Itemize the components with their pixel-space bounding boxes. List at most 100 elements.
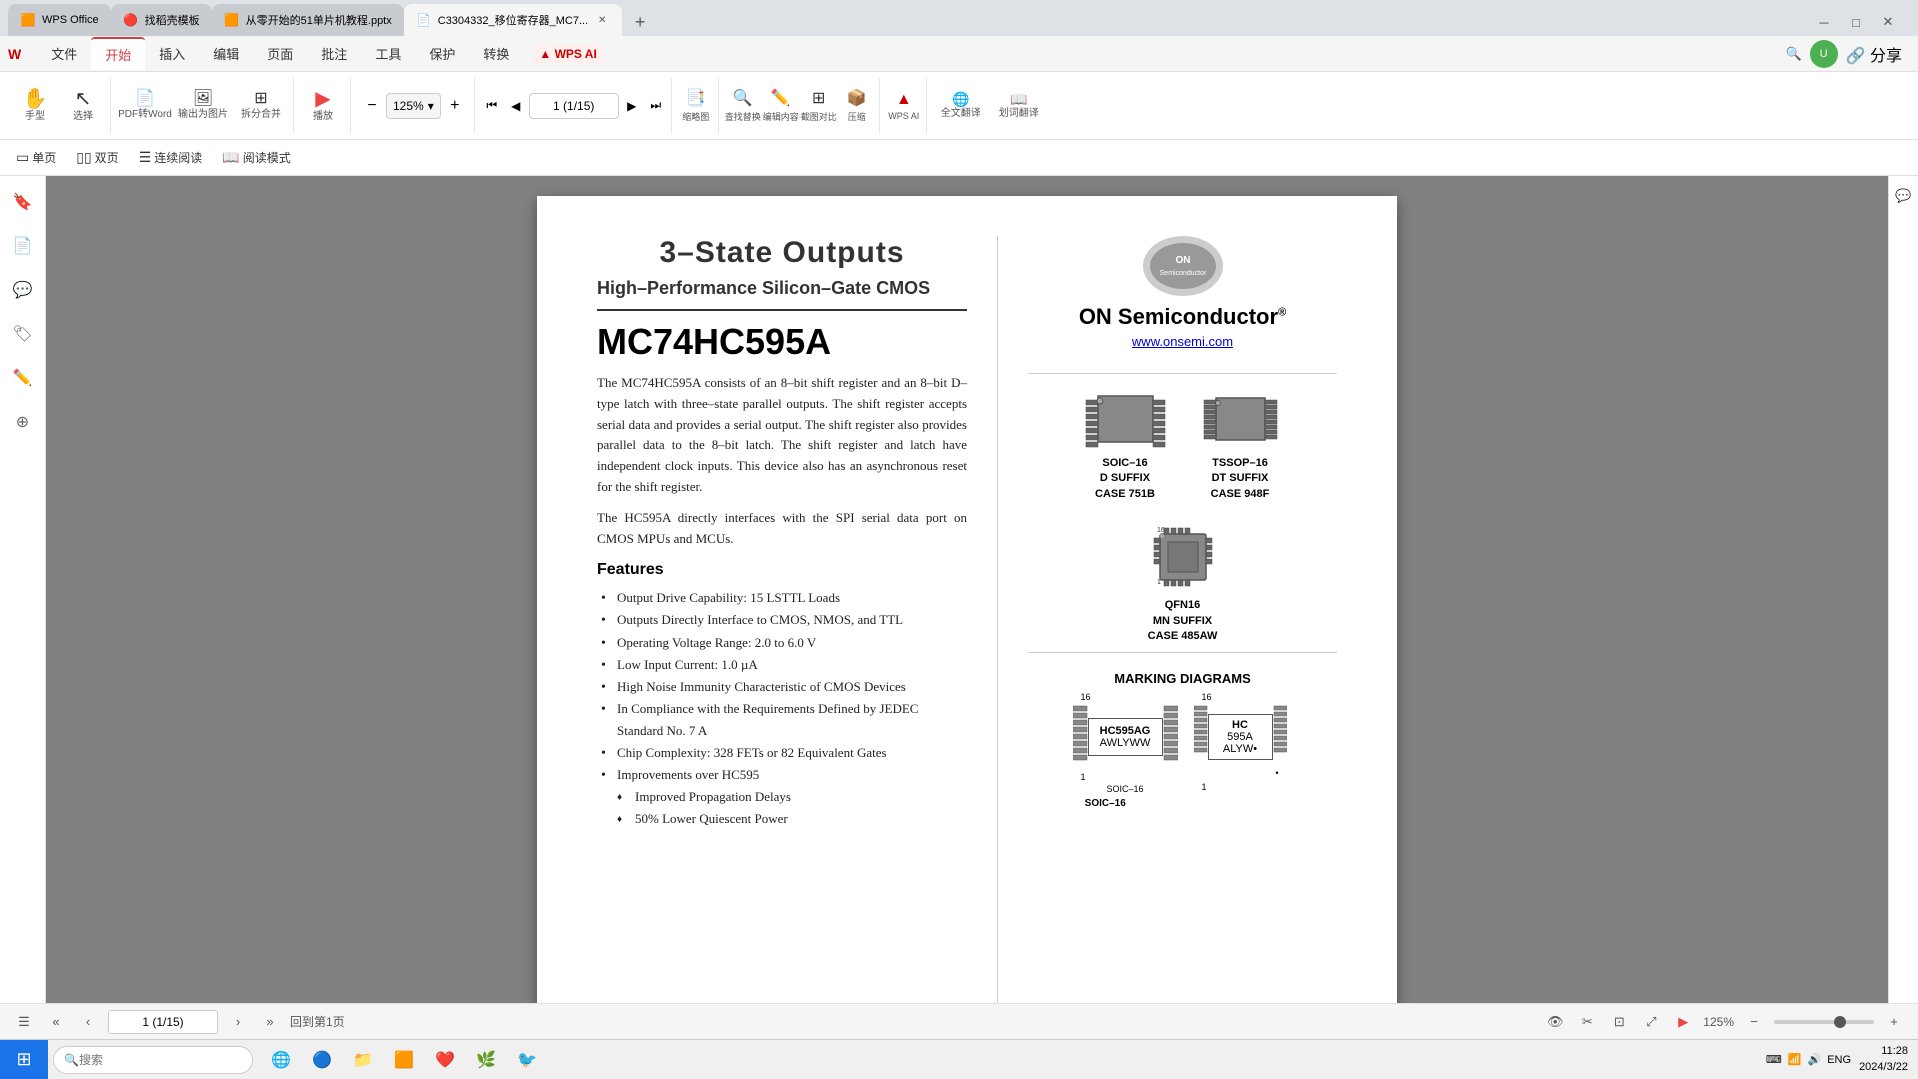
sidebar-tags-icon[interactable]: 🏷 [5,316,41,352]
tab-close-button[interactable]: ✕ [594,12,610,28]
wps-tab-tools[interactable]: 工具 [361,38,415,69]
compress-button[interactable]: 📦 压缩 [839,80,875,132]
tab-pdf[interactable]: 📄 C3304332_移位寄存器_MC7... ✕ [404,4,622,36]
bottom-last-page[interactable]: » [258,1010,282,1034]
play-button[interactable]: ▶ 播放 [300,80,346,132]
taskbar-datetime: 11:28 2024/3/22 [1859,1044,1908,1075]
zoom-selector[interactable]: 125% ▾ [386,93,441,119]
double-page-button[interactable]: ▯▯ 双页 [68,145,126,171]
soic16-label: SOIC–16 D SUFFIX CASE 751B [1095,456,1155,502]
zoom-thumb[interactable] [1834,1016,1846,1028]
bottom-prev-page[interactable]: ‹ [76,1010,100,1034]
brand-sup: ® [1278,307,1286,319]
pdf-viewing-area: 3–State Outputs High–Performance Silicon… [46,176,1888,1003]
bottom-next-page[interactable]: › [226,1010,250,1034]
bottom-sidebar-toggle[interactable]: ☰ [12,1010,36,1034]
tab-template[interactable]: 🔴 找稻壳模板 [111,4,212,36]
wps-tab-edit[interactable]: 编辑 [199,38,253,69]
tab-favicon-wps: 🟧 [20,12,36,28]
wps-tab-insert[interactable]: 插入 [145,38,199,69]
share-button[interactable]: 🔗 分享 [1846,42,1902,66]
back-to-first-label[interactable]: 回到第1页 [290,1013,345,1030]
select-tool-button[interactable]: ↖ 选择 [60,80,106,132]
search-docs-icon[interactable]: 🔍 [1785,46,1801,62]
output-image-button[interactable]: 🖼 输出为图片 [175,80,231,132]
tab-favicon-pptx: 🟧 [224,12,240,28]
marking-1-pin16: 16 [1081,692,1091,702]
taskbar-app2-icon[interactable]: 🌿 [468,1042,504,1078]
new-tab-button[interactable]: + [626,8,654,36]
translate-all-button[interactable]: 🌐 全文翻译 [933,80,989,132]
zoom-in-button[interactable]: + [444,95,466,117]
brand-website[interactable]: www.onsemi.com [1132,334,1233,349]
thumbnail-button[interactable]: 📑 缩略图 [678,80,714,132]
hand-tool-button[interactable]: ✋ 手型 [12,80,58,132]
tab-wps-office[interactable]: 🟧 WPS Office [8,4,111,36]
svg-text:ON: ON [1175,255,1190,266]
package-diagrams: SOIC–16 D SUFFIX CASE 751B [1078,388,1288,502]
taskbar-search[interactable]: 🔍 [53,1046,253,1074]
edit-content-button[interactable]: ✏️ 编辑内容 [763,80,799,132]
continuous-button[interactable]: ☰ 连续阅读 [131,145,211,171]
svg-text:Semiconductor: Semiconductor [1159,270,1206,277]
maximize-button[interactable]: □ [1842,8,1870,36]
taskbar-app1-icon[interactable]: ❤️ [427,1042,463,1078]
marking-1-left-pins [1073,702,1088,772]
wps-tab-protect[interactable]: 保护 [415,38,469,69]
sidebar-comments-icon[interactable]: 💬 [5,272,41,308]
bottom-play-icon[interactable]: ▶ [1671,1010,1695,1034]
taskbar-browser-icon[interactable]: 🔵 [304,1042,340,1078]
qfn16-svg: 1 16 [1148,522,1218,592]
first-page-button[interactable]: ⏮ [481,95,503,117]
toolbar-group-findedit: 🔍 查找替换 ✏️ 编辑内容 ⊞ 截图对比 📦 压缩 [721,78,880,134]
search-input[interactable] [79,1053,229,1067]
sidebar-bookmark-icon[interactable]: 🔖 [5,184,41,220]
word-translate-button[interactable]: 📖 划词翻译 [991,80,1047,132]
bottom-page-input[interactable] [108,1010,218,1034]
split-merge-button[interactable]: ⊞ 拆分合并 [233,80,289,132]
next-page-button[interactable]: ▶ [621,95,643,117]
snap-icon: ⊞ [812,88,825,108]
pdf-to-word-button[interactable]: 📄 PDF转Word [117,80,173,132]
marking-1-right-pins [1163,702,1178,772]
bottom-eye-icon[interactable]: 👁 [1543,1010,1567,1034]
bottom-crop-icon[interactable]: ✂ [1575,1010,1599,1034]
rt-chat-icon[interactable]: 💬 [1892,184,1916,208]
bottom-fit-icon[interactable]: ⊡ [1607,1010,1631,1034]
page-number-input[interactable] [529,93,619,119]
user-avatar[interactable]: U [1810,40,1838,68]
taskbar-app3-icon[interactable]: 🐦 [509,1042,545,1078]
wps-tab-file[interactable]: 文件 [37,38,91,69]
taskbar-edge-icon[interactable]: 🌐 [263,1042,299,1078]
prev-page-button[interactable]: ◀ [505,95,527,117]
bottom-first-page[interactable]: « [44,1010,68,1034]
close-browser-button[interactable]: ✕ [1874,8,1902,36]
bottom-zoom-out-button[interactable]: − [1742,1010,1766,1034]
snap-compare-button[interactable]: ⊞ 截图对比 [801,80,837,132]
start-button[interactable]: ⊞ [0,1040,48,1079]
single-page-button[interactable]: ▭ 单页 [8,145,64,171]
minimize-button[interactable]: ─ [1810,8,1838,36]
find-replace-button[interactable]: 🔍 查找替换 [725,80,761,132]
secondary-toolbar: ▭ 单页 ▯▯ 双页 ☰ 连续阅读 📖 阅读模式 [0,140,1918,176]
feature-item-6: In Compliance with the Requirements Defi… [597,698,967,742]
zoom-out-button[interactable]: − [361,95,383,117]
taskbar-wps-icon[interactable]: 🟧 [386,1042,422,1078]
marking-2-right-pins [1273,702,1287,772]
wps-tab-comment[interactable]: 批注 [307,38,361,69]
tab-pptx[interactable]: 🟧 从零开始的51单片机教程.pptx [212,4,404,36]
sidebar-pen-icon[interactable]: ✏️ [5,360,41,396]
zoom-slider[interactable] [1774,1020,1874,1024]
wps-ai-button[interactable]: ▲ WPS AI [886,80,922,132]
pdf-word-icon: 📄 [135,91,155,107]
sidebar-layers-icon[interactable]: ⊕ [5,404,41,440]
wps-tab-convert[interactable]: 转换 [469,38,523,69]
taskbar-explorer-icon[interactable]: 📁 [345,1042,381,1078]
last-page-button[interactable]: ⏭ [645,95,667,117]
bottom-zoom-in-button[interactable]: + [1882,1010,1906,1034]
reading-mode-button[interactable]: 📖 阅读模式 [214,145,298,171]
sidebar-pages-icon[interactable]: 📄 [5,228,41,264]
wps-tab-page[interactable]: 页面 [253,38,307,69]
bottom-expand-icon[interactable]: ⤢ [1639,1010,1663,1034]
wps-tab-home[interactable]: 开始 [91,37,145,70]
